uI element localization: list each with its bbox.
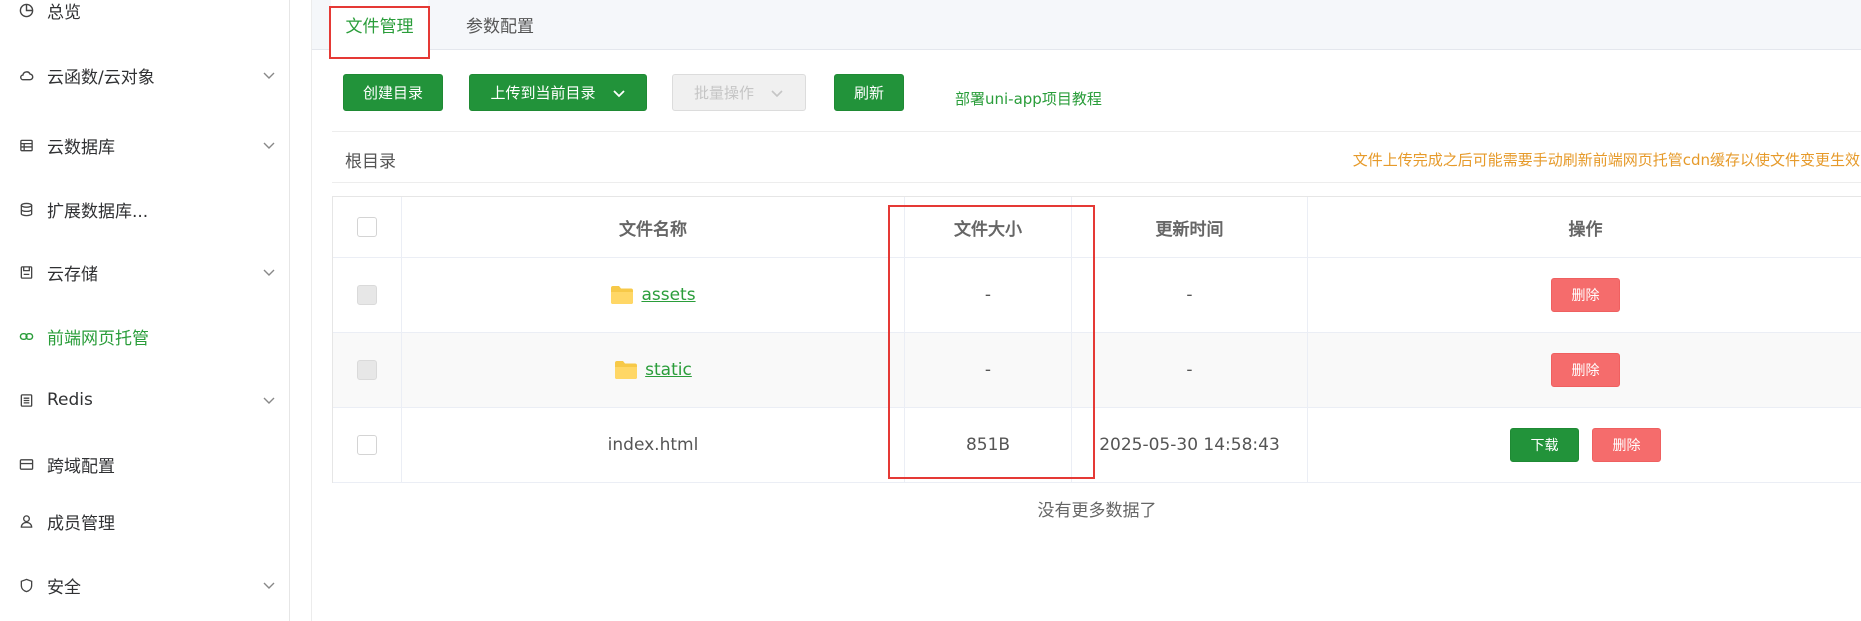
chevron-down-icon[interactable] [262, 265, 276, 279]
upload-button-label: 上传到当前目录 [490, 84, 596, 102]
file-size-cell: - [905, 258, 1072, 332]
cdn-refresh-tip: 文件上传完成之后可能需要手动刷新前端网页托管cdn缓存以使文件变更生效 [1352, 151, 1860, 169]
app-root: 总览 云函数/云对象 云数据库 扩展数据库... 云存储 前端网页托管 Redi… [0, 0, 1861, 621]
chevron-down-icon[interactable] [262, 578, 276, 592]
header-update-time: 更新时间 [1072, 197, 1308, 257]
sidebar-item-label: 跨域配置 [47, 456, 115, 477]
chevron-down-icon[interactable] [262, 138, 276, 152]
sidebar-item-redis[interactable]: Redis [0, 380, 289, 420]
sidebar-item-cloud-storage[interactable]: 云存储 [0, 252, 289, 292]
tab-parameter-config[interactable]: 参数配置 [448, 0, 552, 50]
table-row: assets - - 删除 [333, 258, 1861, 333]
chevron-down-icon[interactable] [262, 68, 276, 82]
tab-bar: 文件管理 参数配置 [312, 0, 1861, 50]
sidebar-item-extended-database[interactable]: 扩展数据库... [0, 189, 289, 229]
folder-entry: assets [610, 285, 696, 305]
folder-icon [615, 361, 638, 379]
toolbar: 创建目录 上传到当前目录 批量操作 刷新 部署uni-app项目教程 [343, 74, 1243, 112]
sidebar-item-label: 前端网页托管 [47, 328, 149, 349]
select-all-checkbox[interactable] [357, 217, 377, 237]
no-more-data-text: 没有更多数据了 [1037, 501, 1157, 521]
delete-button[interactable]: 删除 [1592, 428, 1661, 462]
sidebar-item-label: 总览 [47, 2, 81, 23]
update-time-cell: 2025-05-30 14:58:43 [1072, 408, 1308, 482]
web-hosting-icon [18, 328, 34, 344]
sidebar-item-label: 云存储 [47, 264, 98, 285]
file-size-cell: - [905, 333, 1072, 407]
sidebar: 总览 云函数/云对象 云数据库 扩展数据库... 云存储 前端网页托管 Redi… [0, 0, 290, 621]
folder-link-static[interactable]: static [645, 360, 692, 380]
row-checkbox[interactable] [357, 435, 377, 455]
download-button[interactable]: 下载 [1510, 428, 1579, 462]
file-name-cell: assets [402, 258, 905, 332]
sidebar-item-label: 云函数/云对象 [47, 67, 155, 88]
sidebar-item-web-hosting[interactable]: 前端网页托管 [0, 316, 289, 356]
database-stack-icon [18, 201, 34, 217]
row-checkbox [357, 360, 377, 380]
delete-button[interactable]: 删除 [1551, 278, 1620, 312]
operations-cell: 删除 [1308, 258, 1861, 332]
table-row: index.html 851B 2025-05-30 14:58:43 下载 删… [333, 408, 1861, 483]
shield-icon [18, 577, 34, 593]
chevron-down-icon [612, 89, 625, 97]
batch-operations-label: 批量操作 [693, 84, 754, 102]
sidebar-item-label: Redis [47, 390, 93, 410]
uniapp-tutorial-link[interactable]: 部署uni-app项目教程 [955, 88, 1102, 109]
chevron-down-icon [771, 89, 783, 97]
sidebar-item-label: 安全 [47, 577, 81, 598]
row-checkbox-cell [333, 333, 402, 407]
sidebar-item-label: 云数据库 [47, 137, 115, 158]
database-table-icon [18, 137, 34, 153]
redis-icon [18, 392, 34, 408]
header-checkbox-cell [333, 197, 402, 257]
file-name-cell: index.html [402, 408, 905, 482]
sidebar-item-cors[interactable]: 跨域配置 [0, 444, 289, 484]
tab-file-management[interactable]: 文件管理 [331, 0, 428, 50]
main-content: 文件管理 参数配置 创建目录 上传到当前目录 批量操作 刷新 部署uni-app… [311, 0, 1861, 621]
folder-entry: static [614, 360, 692, 380]
file-name-index-html: index.html [607, 435, 699, 455]
header-operations: 操作 [1568, 219, 1603, 240]
sidebar-item-security[interactable]: 安全 [0, 565, 289, 605]
cors-icon [18, 456, 34, 472]
operations-cell: 下载 删除 [1308, 408, 1861, 482]
cloud-icon [18, 67, 34, 83]
upload-button[interactable]: 上传到当前目录 [469, 74, 647, 111]
sidebar-item-cloud-database[interactable]: 云数据库 [0, 125, 289, 165]
table-header: 文件名称 文件大小 更新时间 操作 [333, 197, 1861, 258]
update-time-cell: - [1072, 333, 1308, 407]
folder-icon [611, 286, 634, 304]
delete-button[interactable]: 删除 [1551, 353, 1620, 387]
create-directory-button[interactable]: 创建目录 [343, 74, 443, 111]
file-size-cell: 851B [905, 408, 1072, 482]
sidebar-item-members[interactable]: 成员管理 [0, 501, 289, 541]
sidebar-item-overview[interactable]: 总览 [0, 0, 289, 30]
row-checkbox [357, 285, 377, 305]
member-icon [18, 513, 34, 529]
sidebar-item-cloud-functions[interactable]: 云函数/云对象 [0, 55, 289, 95]
row-checkbox-cell [333, 408, 402, 482]
operations-cell: 删除 [1308, 333, 1861, 407]
header-file-size: 文件大小 [905, 197, 1072, 257]
table-row: static - - 删除 [333, 333, 1861, 408]
breadcrumb: 根目录 文件上传完成之后可能需要手动刷新前端网页托管cdn缓存以使文件变更生效 [332, 131, 1861, 183]
row-checkbox-cell [333, 258, 402, 332]
file-table: 文件名称 文件大小 更新时间 操作 assets - - 删除 static -… [332, 196, 1861, 483]
storage-icon [18, 264, 34, 280]
dashboard-icon [18, 2, 34, 18]
header-file-name: 文件名称 [402, 197, 905, 257]
chevron-down-icon[interactable] [262, 393, 276, 407]
folder-link-assets[interactable]: assets [641, 285, 695, 305]
file-name-cell: static [402, 333, 905, 407]
refresh-button[interactable]: 刷新 [834, 74, 904, 111]
sidebar-item-label: 成员管理 [47, 513, 115, 534]
sidebar-item-label: 扩展数据库... [47, 201, 149, 222]
update-time-cell: - [1072, 258, 1308, 332]
batch-operations-button: 批量操作 [672, 74, 806, 111]
breadcrumb-root[interactable]: 根目录 [345, 147, 396, 172]
